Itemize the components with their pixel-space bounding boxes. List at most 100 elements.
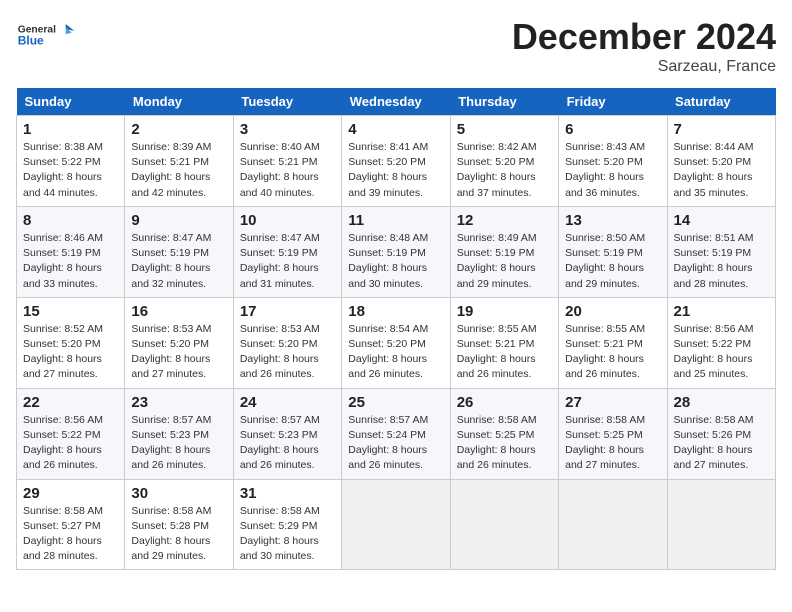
weekday-header: Monday [125, 88, 233, 116]
day-detail: Sunrise: 8:58 AMSunset: 5:25 PMDaylight:… [457, 414, 537, 472]
day-number: 12 [457, 212, 552, 229]
day-number: 3 [240, 121, 335, 138]
day-detail: Sunrise: 8:58 AMSunset: 5:26 PMDaylight:… [674, 414, 754, 472]
calendar-cell: 4Sunrise: 8:41 AMSunset: 5:20 PMDaylight… [342, 116, 450, 207]
page-header: General Blue December 2024 Sarzeau, Fran… [16, 16, 776, 76]
day-number: 31 [240, 485, 335, 502]
day-detail: Sunrise: 8:47 AMSunset: 5:19 PMDaylight:… [240, 232, 320, 290]
logo-svg: General Blue [16, 16, 76, 56]
day-number: 13 [565, 212, 660, 229]
calendar-cell: 29 Sunrise: 8:58 AMSunset: 5:27 PMDayligh… [17, 479, 125, 570]
calendar-header: SundayMondayTuesdayWednesdayThursdayFrid… [17, 88, 776, 116]
calendar-cell: 17 Sunrise: 8:53 AMSunset: 5:20 PMDayligh… [233, 297, 341, 388]
weekday-header: Saturday [667, 88, 775, 116]
day-number: 25 [348, 394, 443, 411]
day-detail: Sunrise: 8:52 AMSunset: 5:20 PMDaylight:… [23, 323, 103, 381]
day-detail: Sunrise: 8:58 AMSunset: 5:25 PMDaylight:… [565, 414, 645, 472]
day-detail: Sunrise: 8:50 AMSunset: 5:19 PMDaylight:… [565, 232, 645, 290]
day-number: 5 [457, 121, 552, 138]
day-number: 21 [674, 303, 769, 320]
day-number: 7 [674, 121, 769, 138]
day-number: 29 [23, 485, 118, 502]
day-number: 14 [674, 212, 769, 229]
weekday-header: Tuesday [233, 88, 341, 116]
day-detail: Sunrise: 8:57 AMSunset: 5:23 PMDaylight:… [131, 414, 211, 472]
day-detail: Sunrise: 8:53 AMSunset: 5:20 PMDaylight:… [131, 323, 211, 381]
weekday-header: Wednesday [342, 88, 450, 116]
day-number: 4 [348, 121, 443, 138]
day-detail: Sunrise: 8:47 AMSunset: 5:19 PMDaylight:… [131, 232, 211, 290]
calendar-cell: 23 Sunrise: 8:57 AMSunset: 5:23 PMDayligh… [125, 388, 233, 479]
day-number: 23 [131, 394, 226, 411]
day-number: 27 [565, 394, 660, 411]
day-detail: Sunrise: 8:42 AMSunset: 5:20 PMDaylight:… [457, 141, 537, 199]
day-number: 2 [131, 121, 226, 138]
calendar-week-row: 1Sunrise: 8:38 AMSunset: 5:22 PMDaylight… [17, 116, 776, 207]
calendar-cell: 1Sunrise: 8:38 AMSunset: 5:22 PMDaylight… [17, 116, 125, 207]
calendar-cell: 5 Sunrise: 8:42 AMSunset: 5:20 PMDaylight… [450, 116, 558, 207]
calendar-cell: 3 Sunrise: 8:40 AMSunset: 5:21 PMDaylight… [233, 116, 341, 207]
calendar-cell: 22Sunrise: 8:56 AMSunset: 5:22 PMDayligh… [17, 388, 125, 479]
weekday-header: Friday [559, 88, 667, 116]
calendar-cell: 31 Sunrise: 8:58 AMSunset: 5:29 PMDayligh… [233, 479, 341, 570]
location: Sarzeau, France [512, 58, 776, 76]
day-number: 10 [240, 212, 335, 229]
day-number: 24 [240, 394, 335, 411]
calendar-cell: 12 Sunrise: 8:49 AMSunset: 5:19 PMDayligh… [450, 206, 558, 297]
day-number: 20 [565, 303, 660, 320]
day-number: 22 [23, 394, 118, 411]
calendar-cell: 25 Sunrise: 8:57 AMSunset: 5:24 PMDayligh… [342, 388, 450, 479]
day-number: 6 [565, 121, 660, 138]
day-detail: Sunrise: 8:49 AMSunset: 5:19 PMDaylight:… [457, 232, 537, 290]
day-detail: Sunrise: 8:58 AMSunset: 5:28 PMDaylight:… [131, 505, 211, 563]
calendar-cell: 16Sunrise: 8:53 AMSunset: 5:20 PMDayligh… [125, 297, 233, 388]
calendar-cell [667, 479, 775, 570]
day-detail: Sunrise: 8:54 AMSunset: 5:20 PMDaylight:… [348, 323, 428, 381]
day-detail: Sunrise: 8:51 AMSunset: 5:19 PMDaylight:… [674, 232, 754, 290]
calendar-cell [342, 479, 450, 570]
day-detail: Sunrise: 8:57 AMSunset: 5:24 PMDaylight:… [348, 414, 428, 472]
day-detail: Sunrise: 8:58 AMSunset: 5:27 PMDaylight:… [23, 505, 103, 563]
day-detail: Sunrise: 8:58 AMSunset: 5:29 PMDaylight:… [240, 505, 320, 563]
calendar-week-row: 29 Sunrise: 8:58 AMSunset: 5:27 PMDayligh… [17, 479, 776, 570]
day-detail: Sunrise: 8:46 AMSunset: 5:19 PMDaylight:… [23, 232, 103, 290]
day-detail: Sunrise: 8:43 AMSunset: 5:20 PMDaylight:… [565, 141, 645, 199]
calendar-cell: 7 Sunrise: 8:44 AMSunset: 5:20 PMDaylight… [667, 116, 775, 207]
day-detail: Sunrise: 8:40 AMSunset: 5:21 PMDaylight:… [240, 141, 320, 199]
weekday-header: Thursday [450, 88, 558, 116]
day-detail: Sunrise: 8:55 AMSunset: 5:21 PMDaylight:… [457, 323, 537, 381]
day-detail: Sunrise: 8:53 AMSunset: 5:20 PMDaylight:… [240, 323, 320, 381]
calendar-cell: 10 Sunrise: 8:47 AMSunset: 5:19 PMDayligh… [233, 206, 341, 297]
title-block: December 2024 Sarzeau, France [512, 16, 776, 76]
calendar-cell: 30Sunrise: 8:58 AMSunset: 5:28 PMDayligh… [125, 479, 233, 570]
calendar-cell: 21 Sunrise: 8:56 AMSunset: 5:22 PMDayligh… [667, 297, 775, 388]
weekday-header: Sunday [17, 88, 125, 116]
day-number: 1 [23, 121, 118, 138]
weekday-row: SundayMondayTuesdayWednesdayThursdayFrid… [17, 88, 776, 116]
calendar-cell: 6 Sunrise: 8:43 AMSunset: 5:20 PMDaylight… [559, 116, 667, 207]
day-number: 19 [457, 303, 552, 320]
calendar-week-row: 22Sunrise: 8:56 AMSunset: 5:22 PMDayligh… [17, 388, 776, 479]
day-detail: Sunrise: 8:44 AMSunset: 5:20 PMDaylight:… [674, 141, 754, 199]
calendar-cell: 15 Sunrise: 8:52 AMSunset: 5:20 PMDayligh… [17, 297, 125, 388]
svg-text:Blue: Blue [18, 34, 44, 48]
calendar-cell [450, 479, 558, 570]
calendar-body: 1Sunrise: 8:38 AMSunset: 5:22 PMDaylight… [17, 116, 776, 570]
day-number: 28 [674, 394, 769, 411]
day-detail: Sunrise: 8:56 AMSunset: 5:22 PMDaylight:… [674, 323, 754, 381]
calendar-cell: 20Sunrise: 8:55 AMSunset: 5:21 PMDayligh… [559, 297, 667, 388]
day-number: 15 [23, 303, 118, 320]
calendar-cell: 11Sunrise: 8:48 AMSunset: 5:19 PMDayligh… [342, 206, 450, 297]
calendar-cell: 18 Sunrise: 8:54 AMSunset: 5:20 PMDayligh… [342, 297, 450, 388]
day-number: 17 [240, 303, 335, 320]
day-number: 18 [348, 303, 443, 320]
month-year: December 2024 [512, 16, 776, 58]
calendar-cell: 9Sunrise: 8:47 AMSunset: 5:19 PMDaylight… [125, 206, 233, 297]
calendar-cell: 14 Sunrise: 8:51 AMSunset: 5:19 PMDayligh… [667, 206, 775, 297]
calendar-cell: 2Sunrise: 8:39 AMSunset: 5:21 PMDaylight… [125, 116, 233, 207]
day-detail: Sunrise: 8:57 AMSunset: 5:23 PMDaylight:… [240, 414, 320, 472]
calendar-cell [559, 479, 667, 570]
calendar-table: SundayMondayTuesdayWednesdayThursdayFrid… [16, 88, 776, 570]
calendar-cell: 26Sunrise: 8:58 AMSunset: 5:25 PMDayligh… [450, 388, 558, 479]
calendar-week-row: 8Sunrise: 8:46 AMSunset: 5:19 PMDaylight… [17, 206, 776, 297]
